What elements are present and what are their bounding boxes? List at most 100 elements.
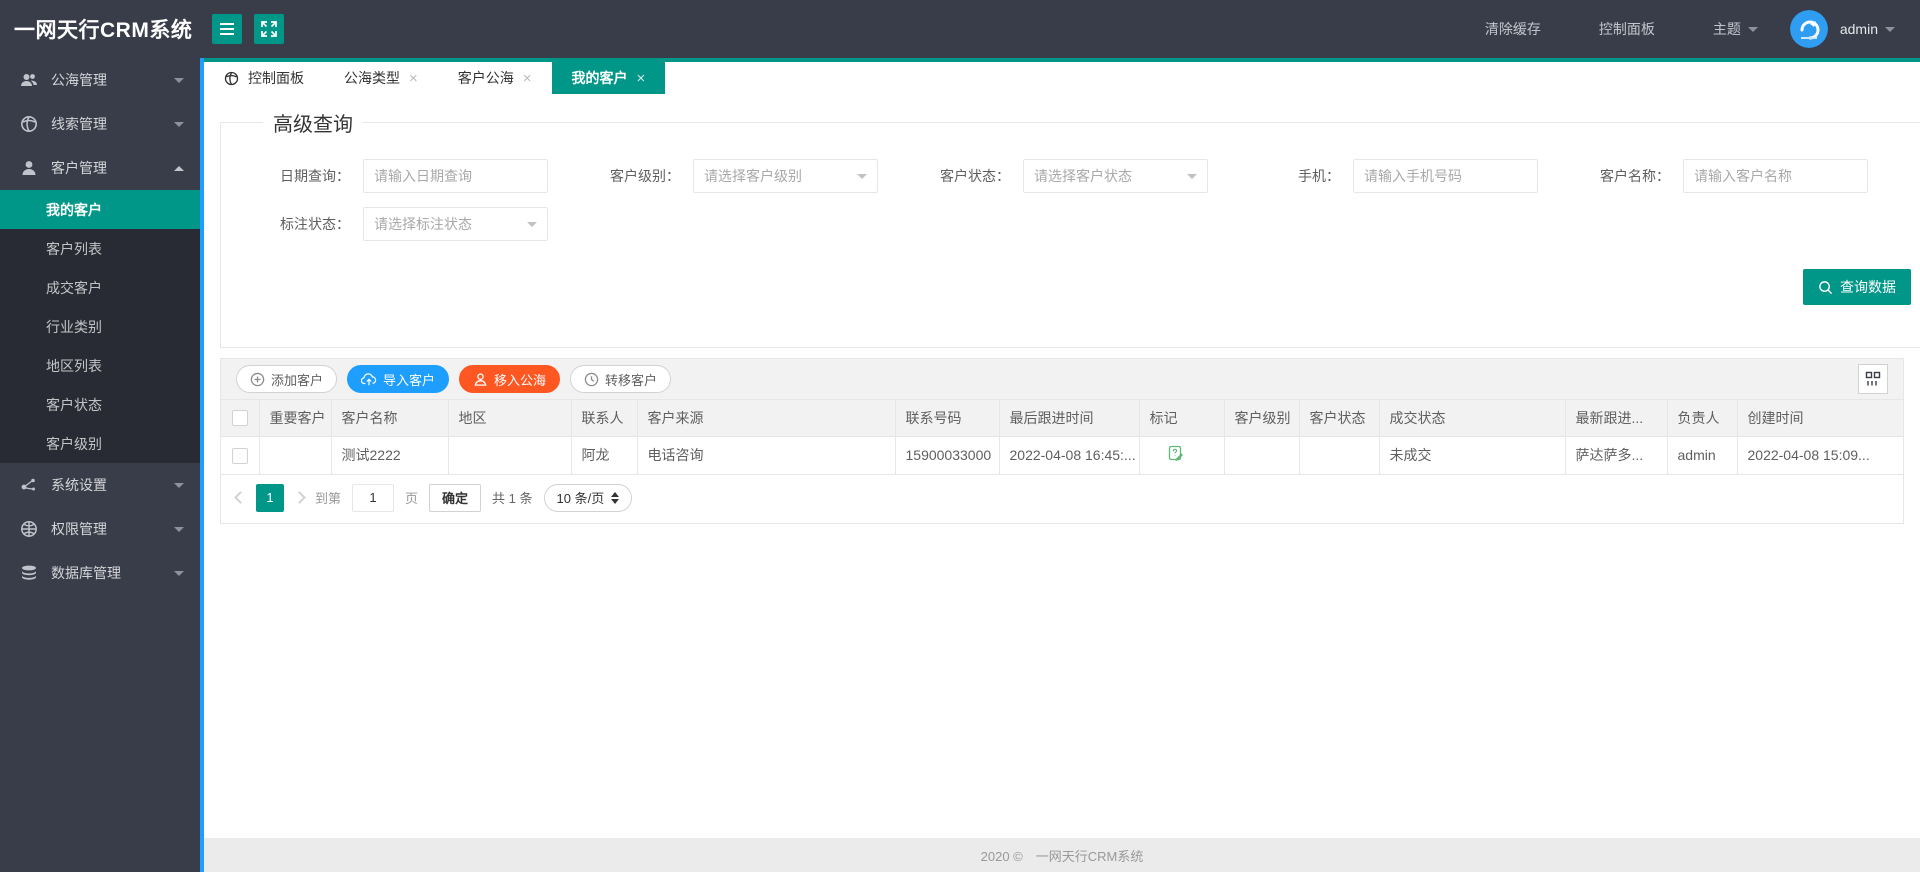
tab-control-panel[interactable]: 控制面板 bbox=[204, 62, 324, 94]
share-icon bbox=[21, 478, 35, 491]
control-panel-link[interactable]: 控制面板 bbox=[1599, 19, 1655, 39]
cell-level bbox=[1224, 436, 1300, 475]
sidebar: 公海管理 线索管理 客户管理 我的客户 客户列表 成交客户 行业类别 地区列表 … bbox=[0, 58, 200, 872]
sidebar-item-customer-management[interactable]: 客户管理 bbox=[0, 146, 200, 190]
customer-level-select[interactable]: 请选择客户级别 bbox=[693, 159, 878, 193]
cell-owner: admin bbox=[1667, 436, 1738, 475]
advanced-query-panel: 高级查询 日期查询： 客户级别： 请选择客户级别 客户状态： bbox=[220, 108, 1920, 348]
navbar-right: 清除缓存 控制面板 主题 admin bbox=[1485, 10, 1920, 48]
col-latest-follow: 最新跟进... bbox=[1565, 400, 1668, 437]
tab-sea-type[interactable]: 公海类型 × bbox=[324, 62, 438, 94]
next-page-icon[interactable] bbox=[293, 491, 306, 504]
query-row-1: 日期查询： 客户级别： 请选择客户级别 客户状态： 请选择客户状态 bbox=[241, 159, 1915, 193]
mark-status-select[interactable]: 请选择标注状态 bbox=[363, 207, 548, 241]
app-title: 一网天行CRM系统 bbox=[14, 19, 193, 42]
field-label: 客户级别： bbox=[610, 168, 680, 184]
sidebar-item-database-management[interactable]: 数据库管理 bbox=[0, 551, 200, 595]
tab-label: 公海类型 bbox=[344, 70, 400, 86]
cell-deal-status: 未成交 bbox=[1379, 436, 1566, 475]
theme-menu[interactable]: 主题 bbox=[1713, 19, 1758, 39]
theme-label: 主题 bbox=[1712, 21, 1741, 37]
close-icon[interactable]: × bbox=[637, 71, 646, 86]
user-menu[interactable]: admin bbox=[1840, 21, 1895, 37]
import-customer-button[interactable]: 导入客户 bbox=[347, 365, 450, 393]
date-query-input[interactable] bbox=[363, 159, 548, 193]
sidebar-item-sea-management[interactable]: 公海管理 bbox=[0, 58, 200, 102]
sidebar-item-label: 公海管理 bbox=[51, 72, 107, 88]
move-to-sea-label: 移入公海 bbox=[494, 372, 547, 388]
transfer-customer-button[interactable]: 转移客户 bbox=[570, 365, 672, 393]
col-important: 重要客户 bbox=[259, 400, 332, 437]
goto-prefix-label: 到第 bbox=[315, 491, 342, 506]
query-data-button[interactable]: 查询数据 bbox=[1803, 269, 1911, 305]
sidebar-subitem-label: 客户状态 bbox=[46, 396, 102, 413]
customer-name-input[interactable] bbox=[1683, 159, 1868, 193]
sidebar-item-customer-status[interactable]: 客户状态 bbox=[0, 385, 200, 424]
sidebar-item-customer-level[interactable]: 客户级别 bbox=[0, 424, 200, 463]
sidebar-item-customer-list[interactable]: 客户列表 bbox=[0, 229, 200, 268]
field-customer-name: 客户名称： bbox=[1585, 159, 1915, 193]
sidebar-item-region-list[interactable]: 地区列表 bbox=[0, 346, 200, 385]
col-mark: 标记 bbox=[1139, 400, 1225, 437]
goto-suffix-label: 页 bbox=[405, 491, 419, 506]
close-icon[interactable]: × bbox=[523, 71, 532, 86]
row-checkbox[interactable] bbox=[231, 447, 248, 464]
page-size-select[interactable]: 10 条/页 bbox=[543, 483, 633, 512]
select-all-checkbox[interactable] bbox=[231, 410, 248, 427]
globe-icon bbox=[21, 116, 37, 132]
confirm-page-button[interactable]: 确定 bbox=[429, 483, 482, 512]
username: admin bbox=[1839, 21, 1878, 37]
sidebar-subitem-label: 客户级别 bbox=[46, 435, 102, 452]
clear-cache-link[interactable]: 清除缓存 bbox=[1485, 19, 1541, 39]
close-icon[interactable]: × bbox=[409, 71, 418, 86]
sidebar-item-system-settings[interactable]: 系统设置 bbox=[0, 463, 200, 507]
tab-customer-sea[interactable]: 客户公海 × bbox=[438, 62, 552, 94]
collapse-sidebar-button[interactable] bbox=[212, 14, 242, 44]
chevron-down-icon bbox=[174, 121, 184, 127]
column-filter-button[interactable] bbox=[1858, 364, 1888, 394]
sidebar-subitem-label: 成交客户 bbox=[46, 279, 102, 296]
customer-status-select[interactable]: 请选择客户状态 bbox=[1023, 159, 1208, 193]
prev-page-icon[interactable] bbox=[234, 491, 247, 504]
hamburger-icon bbox=[220, 23, 234, 35]
query-row-2: 标注状态： 请选择标注状态 bbox=[241, 207, 1915, 241]
fullscreen-icon bbox=[261, 21, 277, 37]
cell-created: 2022-04-08 15:09... bbox=[1737, 436, 1903, 475]
page-footer: 2020 © 一网天行CRM系统 bbox=[204, 838, 1920, 872]
tab-my-customers[interactable]: 我的客户 × bbox=[551, 62, 666, 94]
avatar[interactable] bbox=[1789, 10, 1828, 48]
field-phone: 手机： bbox=[1255, 159, 1585, 193]
chevron-down-icon bbox=[1885, 26, 1895, 32]
sidebar-item-leads-management[interactable]: 线索管理 bbox=[0, 102, 200, 146]
chevron-down-icon bbox=[174, 482, 184, 488]
sidebar-item-my-customers[interactable]: 我的客户 bbox=[0, 190, 200, 229]
sidebar-item-industry-category[interactable]: 行业类别 bbox=[0, 307, 200, 346]
chevron-down-icon bbox=[174, 526, 184, 532]
sidebar-item-deal-customers[interactable]: 成交客户 bbox=[0, 268, 200, 307]
sidebar-item-permission-management[interactable]: 权限管理 bbox=[0, 507, 200, 551]
advanced-query-title: 高级查询 bbox=[273, 114, 353, 136]
col-source: 客户来源 bbox=[637, 400, 896, 437]
phone-input[interactable] bbox=[1353, 159, 1538, 193]
sidebar-item-label: 数据库管理 bbox=[51, 565, 121, 581]
chevron-down-icon bbox=[857, 174, 867, 179]
clock-icon bbox=[584, 372, 599, 386]
cell-source: 电话咨询 bbox=[637, 436, 896, 475]
chevron-down-icon bbox=[174, 77, 184, 83]
current-page-button[interactable]: 1 bbox=[256, 483, 284, 512]
updown-icon bbox=[611, 491, 620, 504]
page-size-label: 10 条/页 bbox=[556, 491, 605, 506]
avatar-logo-icon bbox=[1789, 10, 1828, 48]
goto-page-input[interactable] bbox=[352, 483, 395, 512]
sidebar-item-label: 权限管理 bbox=[51, 521, 107, 537]
cell-phone: 15900033000 bbox=[895, 436, 1000, 475]
fullscreen-button[interactable] bbox=[254, 14, 284, 44]
table-toolbar: 添加客户 导入客户 移入公海 转移客户 bbox=[221, 359, 1903, 400]
field-date-query: 日期查询： bbox=[265, 159, 595, 193]
sidebar-subitem-label: 行业类别 bbox=[46, 318, 102, 335]
field-label: 日期查询： bbox=[280, 168, 350, 184]
mark-edit-icon[interactable] bbox=[1168, 445, 1185, 462]
move-to-sea-button[interactable]: 移入公海 bbox=[459, 365, 561, 393]
add-customer-label: 添加客户 bbox=[271, 372, 324, 388]
add-customer-button[interactable]: 添加客户 bbox=[236, 365, 338, 393]
